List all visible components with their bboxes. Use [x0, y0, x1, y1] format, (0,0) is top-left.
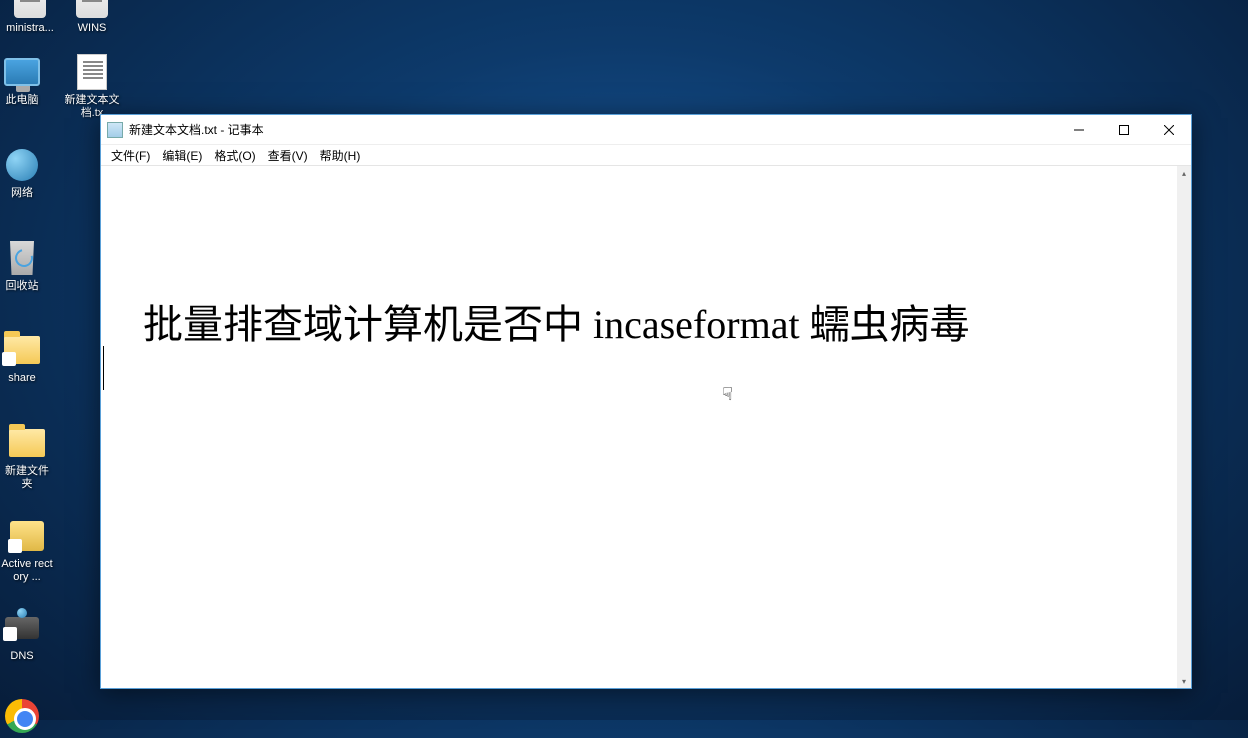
desktop-icon-new-text-doc[interactable]: 新建文本文档.tx: [62, 52, 122, 120]
minimize-button[interactable]: [1056, 115, 1101, 144]
menu-edit[interactable]: 编辑(E): [156, 146, 208, 165]
desktop-icon-admin[interactable]: ministra...: [0, 0, 60, 35]
text-file-icon: [77, 54, 107, 90]
desktop-icon-label: ministra...: [6, 22, 54, 35]
desktop-icon-new-folder[interactable]: 新建文件夹: [0, 423, 54, 491]
desktop-icon-active-directory[interactable]: Active rectory ...: [0, 516, 54, 584]
text-caret: [103, 346, 104, 390]
desktop-icon-label: share: [8, 372, 36, 385]
desktop-icon-label: 此电脑: [6, 94, 39, 107]
desktop-icon-label: 回收站: [6, 280, 39, 293]
document-icon: [76, 0, 108, 18]
network-icon: [6, 149, 38, 181]
admin-tool-icon: [10, 521, 44, 551]
close-button[interactable]: [1146, 115, 1191, 144]
computer-icon: [4, 58, 40, 86]
desktop-icon-share-folder[interactable]: share: [0, 330, 44, 385]
chrome-icon: [5, 699, 39, 733]
editor-content[interactable]: 批量排查域计算机是否中 incaseformat 蠕虫病毒: [101, 166, 1177, 688]
menu-format[interactable]: 格式(O): [208, 146, 261, 165]
scroll-up-icon[interactable]: ▴: [1177, 166, 1191, 180]
window-title: 新建文本文档.txt - 记事本: [129, 121, 1056, 138]
folder-icon: [4, 336, 40, 364]
desktop-icon-label: Active rectory ...: [0, 558, 54, 584]
menubar: 文件(F) 编辑(E) 格式(O) 查看(V) 帮助(H): [101, 145, 1191, 165]
vertical-scrollbar[interactable]: ▴ ▾: [1177, 166, 1191, 688]
desktop-icon-label: WINS: [78, 22, 107, 35]
folder-icon: [9, 429, 45, 457]
recycle-bin-icon: [7, 241, 37, 275]
desktop-icon-label: 网络: [11, 187, 33, 200]
desktop-icon-label: 新建文件夹: [0, 465, 54, 491]
dns-icon: [5, 617, 39, 639]
desktop-icon-this-pc[interactable]: 此电脑: [0, 52, 44, 107]
notepad-icon: [107, 122, 123, 138]
window-controls: [1056, 115, 1191, 144]
close-icon: [1164, 125, 1174, 135]
menu-help[interactable]: 帮助(H): [314, 146, 367, 165]
desktop-icon-chrome[interactable]: [0, 696, 44, 738]
desktop-icon-dns[interactable]: DNS: [0, 608, 44, 663]
titlebar[interactable]: 新建文本文档.txt - 记事本: [101, 115, 1191, 145]
desktop-icon-recycle-bin[interactable]: 回收站: [0, 238, 44, 293]
minimize-icon: [1074, 125, 1084, 135]
menu-file[interactable]: 文件(F): [105, 146, 156, 165]
notepad-window: 新建文本文档.txt - 记事本 文件(F) 编辑(E) 格式(O) 查看(V)…: [100, 114, 1192, 689]
maximize-button[interactable]: [1101, 115, 1146, 144]
desktop-icon-network[interactable]: 网络: [0, 145, 44, 200]
editor-area[interactable]: 批量排查域计算机是否中 incaseformat 蠕虫病毒 ▴ ▾: [101, 165, 1191, 688]
document-icon: [14, 0, 46, 18]
menu-view[interactable]: 查看(V): [262, 146, 314, 165]
scroll-down-icon[interactable]: ▾: [1177, 674, 1191, 688]
maximize-icon: [1119, 125, 1129, 135]
desktop-icon-label: DNS: [10, 650, 33, 663]
desktop-icon-wins[interactable]: WINS: [62, 0, 122, 35]
editor-text: 批量排查域计算机是否中 incaseformat 蠕虫病毒: [143, 292, 970, 350]
